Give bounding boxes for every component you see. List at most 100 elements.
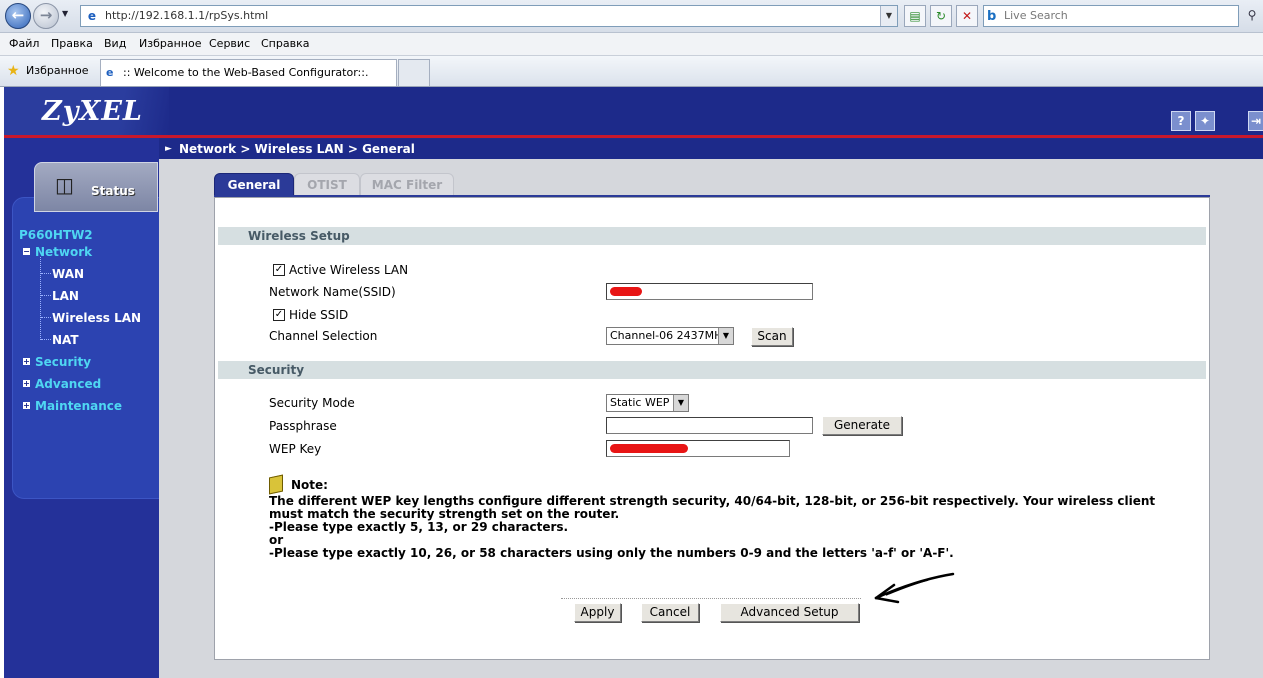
hide-ssid-label: Hide SSID (289, 308, 349, 322)
new-tab-button[interactable] (398, 59, 430, 86)
help-icon[interactable]: ? (1171, 111, 1191, 131)
note-line: -Please type exactly 10, 26, or 58 chara… (269, 546, 954, 560)
tree-branch (41, 317, 51, 318)
header: ZyXEL ? ✦ ⇥ (4, 87, 1263, 137)
search-go-icon[interactable]: ⚲ (1243, 5, 1261, 25)
stop-icon[interactable]: ✕ (956, 5, 978, 27)
security-mode-select[interactable]: Static WEP ▼ (606, 394, 689, 412)
nav-panel (12, 197, 160, 499)
nav-lan[interactable]: LAN (52, 289, 79, 303)
router-icon: ◫ (55, 173, 74, 197)
nav-security[interactable]: Security (35, 355, 91, 369)
browser-chrome: ← → ▼ e http://192.168.1.1/rpSys.html ▼ … (0, 0, 1263, 87)
ssid-label: Network Name(SSID) (269, 285, 396, 299)
favorites-label[interactable]: Избранное (26, 64, 88, 77)
browser-tab-title: :: Welcome to the Web-Based Configurator… (123, 66, 369, 79)
section-security: Security (218, 361, 1206, 379)
wep-key-input[interactable] (606, 440, 790, 457)
menu-file[interactable]: Файл (9, 37, 39, 50)
menu-favorites[interactable]: Избранное (139, 37, 201, 50)
breadcrumb-arrow-icon: ► (165, 144, 172, 154)
favorites-bar: ★ Избранное e :: Welcome to the Web-Base… (0, 56, 1263, 87)
redaction-mark (610, 287, 642, 296)
tab-otist[interactable]: OTIST (294, 173, 360, 197)
header-stripe (4, 135, 1263, 138)
note-icon (269, 474, 283, 495)
breadcrumb: ► Network > Wireless LAN > General (159, 139, 1263, 159)
live-search-icon: b (987, 9, 997, 24)
address-dropdown-icon[interactable]: ▼ (880, 6, 897, 26)
history-dropdown-icon[interactable]: ▼ (62, 9, 68, 18)
channel-value: Channel-06 2437MHz (610, 329, 729, 342)
wep-key-label: WEP Key (269, 442, 322, 456)
search-placeholder: Live Search (1004, 9, 1068, 22)
logo-area: ZyXEL (4, 87, 169, 137)
favorites-star-icon[interactable]: ★ (7, 63, 20, 79)
active-wireless-checkbox[interactable]: ✓ (273, 264, 285, 276)
note-line: -Please type exactly 5, 13, or 29 charac… (269, 520, 569, 534)
wizard-icon[interactable]: ✦ (1195, 111, 1215, 131)
refresh-icon[interactable]: ↻ (930, 5, 952, 27)
security-mode-value: Static WEP (610, 396, 670, 409)
cancel-button[interactable]: Cancel (641, 603, 699, 622)
apply-button[interactable]: Apply (574, 603, 621, 622)
search-input[interactable]: b Live Search (983, 5, 1239, 27)
network-collapse-icon[interactable]: − (23, 248, 30, 256)
device-name[interactable]: P660HTW2 (19, 228, 93, 242)
tree-branch (41, 273, 51, 274)
address-text: http://192.168.1.1/rpSys.html (105, 9, 269, 22)
logout-icon[interactable]: ⇥ (1248, 111, 1263, 131)
nav-wan[interactable]: WAN (52, 267, 84, 281)
button-separator (561, 598, 861, 599)
compatibility-icon[interactable]: ▤ (904, 5, 926, 27)
forward-button[interactable]: → (33, 3, 59, 29)
note-title: Note: (291, 478, 328, 492)
back-button[interactable]: ← (5, 3, 31, 29)
hide-ssid-checkbox[interactable]: ✓ (273, 309, 285, 321)
security-expand-icon[interactable]: + (23, 358, 30, 366)
menu-help[interactable]: Справка (261, 37, 309, 50)
tab-mac-filter[interactable]: MAC Filter (360, 173, 454, 197)
nav-maintenance[interactable]: Maintenance (35, 399, 122, 413)
breadcrumb-text: Network > Wireless LAN > General (179, 142, 415, 156)
zyxel-logo: ZyXEL (42, 96, 143, 127)
annotation-arrow-icon (874, 572, 955, 604)
tab-general[interactable]: General (214, 173, 294, 197)
status-tab[interactable]: ◫ Status (34, 162, 158, 212)
menu-edit[interactable]: Правка (51, 37, 93, 50)
address-bar[interactable]: e http://192.168.1.1/rpSys.html ▼ (80, 5, 898, 27)
maintenance-expand-icon[interactable]: + (23, 402, 30, 410)
advanced-expand-icon[interactable]: + (23, 380, 30, 388)
menu-tools[interactable]: Сервис (209, 37, 250, 50)
section-wireless-setup: Wireless Setup (218, 227, 1206, 245)
ie-tab-icon: e (106, 66, 114, 79)
browser-toolbar: ← → ▼ e http://192.168.1.1/rpSys.html ▼ … (0, 0, 1263, 33)
chevron-down-icon[interactable]: ▼ (673, 395, 688, 411)
section-title: Security (248, 363, 305, 377)
chevron-down-icon[interactable]: ▼ (718, 328, 733, 344)
ie-page-icon: e (87, 9, 97, 23)
tree-line (40, 257, 41, 340)
scan-button[interactable]: Scan (751, 327, 793, 346)
tree-branch (41, 339, 51, 340)
ssid-input[interactable] (606, 283, 813, 300)
menu-view[interactable]: Вид (104, 37, 126, 50)
generate-button[interactable]: Generate (822, 416, 902, 435)
nav-advanced[interactable]: Advanced (35, 377, 101, 391)
menu-bar: Файл Правка Вид Избранное Сервис Справка (0, 33, 1263, 56)
channel-select[interactable]: Channel-06 2437MHz ▼ (606, 327, 734, 345)
nav-wireless-lan[interactable]: Wireless LAN (52, 311, 141, 325)
advanced-setup-button[interactable]: Advanced Setup (720, 603, 859, 622)
passphrase-input[interactable] (606, 417, 813, 434)
passphrase-label: Passphrase (269, 419, 337, 433)
redaction-mark (610, 444, 688, 453)
channel-label: Channel Selection (269, 329, 378, 343)
security-mode-label: Security Mode (269, 396, 355, 410)
section-title: Wireless Setup (248, 229, 350, 243)
tree-branch (41, 295, 51, 296)
tab-underline (214, 195, 1210, 197)
browser-tab[interactable]: e :: Welcome to the Web-Based Configurat… (100, 59, 397, 86)
nav-nat[interactable]: NAT (52, 333, 79, 347)
active-wireless-label: Active Wireless LAN (289, 263, 409, 277)
nav-network[interactable]: Network (35, 245, 92, 259)
